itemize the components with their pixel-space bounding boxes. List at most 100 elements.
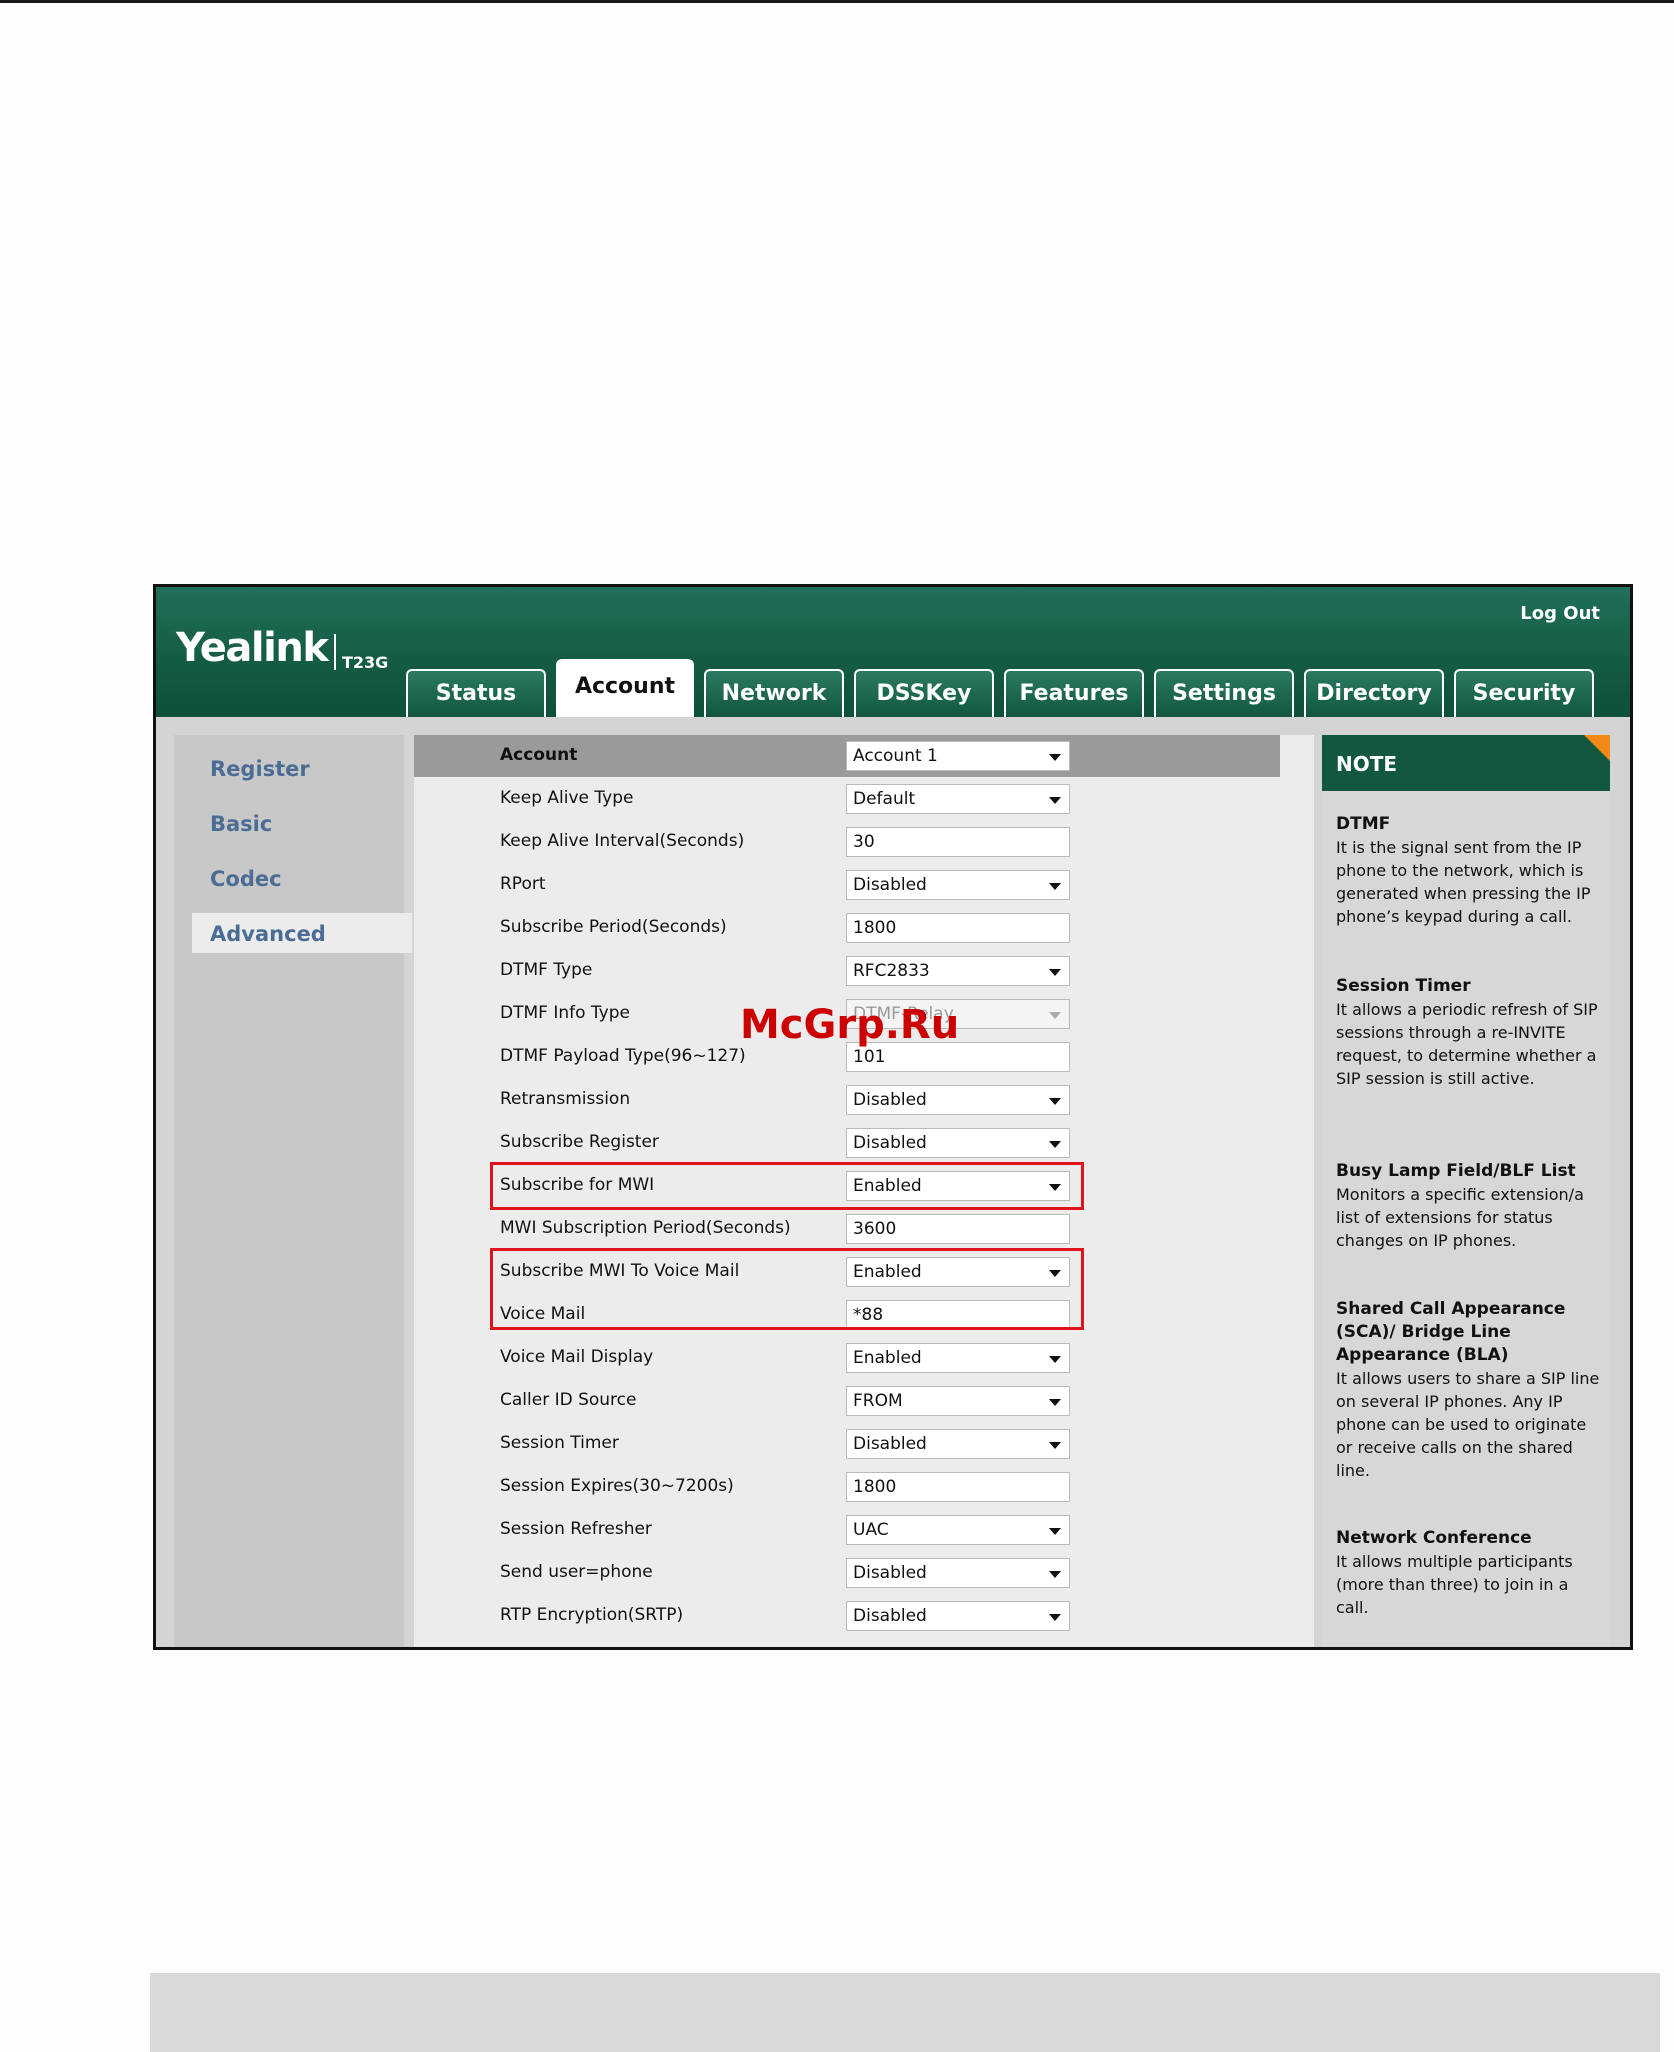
session-timer-value: Disabled xyxy=(853,1434,927,1454)
note-heading: Busy Lamp Field/BLF List xyxy=(1336,1161,1576,1181)
keep-alive-type-value: Default xyxy=(853,789,916,809)
chevron-down-icon xyxy=(1049,1571,1061,1578)
chevron-down-icon xyxy=(1049,1141,1061,1148)
session-refresher-select[interactable]: UAC xyxy=(846,1515,1070,1545)
subscribe-register-value: Disabled xyxy=(853,1133,927,1153)
browser-screenshot-frame: Yealink T23G Log Out Status Account Netw… xyxy=(153,584,1633,1650)
advanced-settings-form: Account Account 1 Keep Alive Type Defaul… xyxy=(414,735,1314,1647)
logout-link[interactable]: Log Out xyxy=(1520,603,1600,624)
account-label: Account xyxy=(500,745,578,765)
note-title: NOTE xyxy=(1336,752,1398,776)
header-bar: Yealink T23G Log Out Status Account Netw… xyxy=(156,587,1630,717)
send-user-phone-label: Send user=phone xyxy=(500,1562,653,1582)
chevron-down-icon xyxy=(1049,969,1061,976)
page-top-rule xyxy=(0,0,1674,3)
tab-settings[interactable]: Settings xyxy=(1154,669,1294,717)
session-expires-input[interactable]: 1800 xyxy=(846,1472,1070,1502)
chevron-down-icon xyxy=(1049,1356,1061,1363)
retransmission-label: Retransmission xyxy=(500,1089,631,1109)
note-heading: Shared Call Appearance (SCA)/ Bridge Lin… xyxy=(1336,1299,1566,1365)
rport-select[interactable]: Disabled xyxy=(846,870,1070,900)
chevron-down-icon xyxy=(1049,1399,1061,1406)
keep-alive-interval-input[interactable]: 30 xyxy=(846,827,1070,857)
note-heading: DTMF xyxy=(1336,814,1391,834)
watermark: McGrp.Ru xyxy=(740,1002,960,1048)
model-label: T23G xyxy=(342,653,389,672)
mwi-subscription-period-label: MWI Subscription Period(Seconds) xyxy=(500,1218,791,1238)
caller-id-source-select[interactable]: FROM xyxy=(846,1386,1070,1416)
subscribe-period-label: Subscribe Period(Seconds) xyxy=(500,917,727,937)
subscribe-period-input[interactable]: 1800 xyxy=(846,913,1070,943)
keep-alive-type-select[interactable]: Default xyxy=(846,784,1070,814)
note-text: It allows a periodic refresh of SIP sess… xyxy=(1336,1000,1598,1088)
keep-alive-interval-label: Keep Alive Interval(Seconds) xyxy=(500,831,745,851)
dtmf-info-type-label: DTMF Info Type xyxy=(500,1003,630,1023)
voice-mail-display-label: Voice Mail Display xyxy=(500,1347,654,1367)
session-refresher-value: UAC xyxy=(853,1520,889,1540)
note-section-blf: Busy Lamp Field/BLF List Monitors a spec… xyxy=(1336,1160,1606,1252)
tab-dsskey[interactable]: DSSKey xyxy=(854,669,994,717)
dtmf-type-value: RFC2833 xyxy=(853,961,930,981)
logo-separator xyxy=(334,634,336,670)
dtmf-type-label: DTMF Type xyxy=(500,960,593,980)
sidebar-item-codec[interactable]: Codec xyxy=(210,867,282,891)
subscribe-register-label: Subscribe Register xyxy=(500,1132,659,1152)
chevron-down-icon xyxy=(1049,1442,1061,1449)
note-text: It is the signal sent from the IP phone … xyxy=(1336,838,1591,926)
note-section-session-timer: Session Timer It allows a periodic refre… xyxy=(1336,975,1606,1090)
tab-directory[interactable]: Directory xyxy=(1304,669,1444,717)
sidebar-item-advanced[interactable]: Advanced xyxy=(210,922,326,946)
caller-id-source-label: Caller ID Source xyxy=(500,1390,637,1410)
keep-alive-type-label: Keep Alive Type xyxy=(500,788,634,808)
bottom-grey-bar xyxy=(150,1973,1660,2052)
yealink-logo: Yealink xyxy=(176,625,329,671)
rtp-encryption-select[interactable]: Disabled xyxy=(846,1601,1070,1631)
send-user-phone-value: Disabled xyxy=(853,1563,927,1583)
chevron-down-icon xyxy=(1049,1012,1061,1019)
note-section-dtmf: DTMF It is the signal sent from the IP p… xyxy=(1336,813,1606,928)
account-select-value: Account 1 xyxy=(853,746,938,766)
session-timer-select[interactable]: Disabled xyxy=(846,1429,1070,1459)
chevron-down-icon xyxy=(1049,883,1061,890)
dtmf-type-select[interactable]: RFC2833 xyxy=(846,956,1070,986)
note-panel: NOTE DTMF It is the signal sent from the… xyxy=(1322,735,1610,1647)
note-text: It allows multiple participants (more th… xyxy=(1336,1552,1573,1617)
account-select[interactable]: Account 1 xyxy=(846,741,1070,771)
note-heading: Network Conference xyxy=(1336,1528,1532,1548)
voice-mail-display-select[interactable]: Enabled xyxy=(846,1343,1070,1373)
note-header: NOTE xyxy=(1322,735,1610,791)
chevron-down-icon xyxy=(1049,797,1061,804)
rtp-encryption-value: Disabled xyxy=(853,1606,927,1626)
tab-network[interactable]: Network xyxy=(704,669,844,717)
note-corner-icon xyxy=(1584,735,1610,761)
rtp-encryption-label: RTP Encryption(SRTP) xyxy=(500,1605,684,1625)
send-user-phone-select[interactable]: Disabled xyxy=(846,1558,1070,1588)
chevron-down-icon xyxy=(1049,1528,1061,1535)
rport-label: RPort xyxy=(500,874,546,894)
sidebar-item-basic[interactable]: Basic xyxy=(210,812,272,836)
rport-value: Disabled xyxy=(853,875,927,895)
highlight-box-subscribe-mwi xyxy=(490,1162,1084,1210)
sidebar-item-register[interactable]: Register xyxy=(210,757,310,781)
highlight-box-voice-mail xyxy=(490,1248,1084,1330)
mwi-subscription-period-input[interactable]: 3600 xyxy=(846,1214,1070,1244)
note-text: Monitors a specific extension/a list of … xyxy=(1336,1185,1584,1250)
retransmission-select[interactable]: Disabled xyxy=(846,1085,1070,1115)
chevron-down-icon xyxy=(1049,1614,1061,1621)
retransmission-value: Disabled xyxy=(853,1090,927,1110)
chevron-down-icon xyxy=(1049,1098,1061,1105)
session-refresher-label: Session Refresher xyxy=(500,1519,652,1539)
note-text: It allows users to share a SIP line on s… xyxy=(1336,1369,1600,1480)
tab-account[interactable]: Account xyxy=(556,659,694,717)
note-section-network-conference: Network Conference It allows multiple pa… xyxy=(1336,1527,1606,1619)
dtmf-payload-type-label: DTMF Payload Type(96~127) xyxy=(500,1046,746,1066)
tab-status[interactable]: Status xyxy=(406,669,546,717)
sidebar: Register Basic Codec Advanced xyxy=(174,735,412,1647)
voice-mail-display-value: Enabled xyxy=(853,1348,922,1368)
tab-features[interactable]: Features xyxy=(1004,669,1144,717)
tab-security[interactable]: Security xyxy=(1454,669,1594,717)
subscribe-register-select[interactable]: Disabled xyxy=(846,1128,1070,1158)
note-heading: Session Timer xyxy=(1336,976,1471,996)
session-timer-label: Session Timer xyxy=(500,1433,619,1453)
session-expires-label: Session Expires(30~7200s) xyxy=(500,1476,734,1496)
